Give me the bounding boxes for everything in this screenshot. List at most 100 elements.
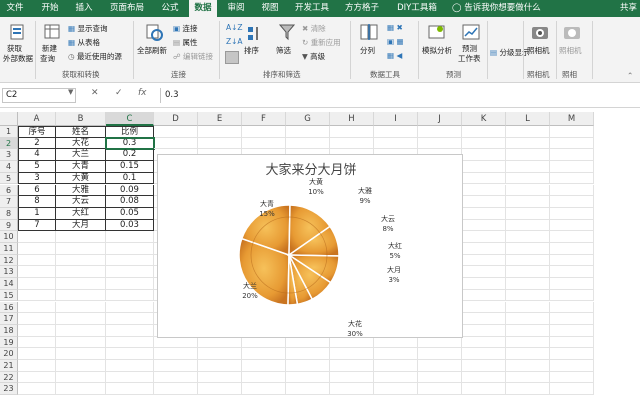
cell-l6[interactable] — [506, 184, 550, 197]
cell-l11[interactable] — [506, 243, 550, 255]
cell-a12[interactable] — [18, 254, 56, 267]
cell-l10[interactable] — [506, 231, 550, 243]
recent-sources-button[interactable]: ◷ 最近使用的源 — [68, 51, 122, 62]
cell-a20[interactable] — [18, 348, 56, 360]
column-header-d[interactable]: D — [154, 112, 198, 126]
row-header-6[interactable]: 6 — [0, 184, 18, 197]
cell-k8[interactable] — [462, 207, 506, 220]
cell-k21[interactable] — [462, 360, 506, 372]
cell-m15[interactable] — [550, 289, 594, 302]
column-header-m[interactable]: M — [550, 112, 594, 126]
column-header-c[interactable]: C — [106, 112, 154, 126]
cell-h2[interactable] — [330, 137, 374, 150]
cell-d2[interactable] — [154, 137, 198, 150]
cell-j20[interactable] — [418, 348, 462, 360]
cell-m21[interactable] — [550, 360, 594, 372]
cell-i23[interactable] — [374, 383, 418, 396]
name-box-dropdown-icon[interactable]: ▼ — [68, 88, 73, 96]
cell-c5[interactable]: 0.1 — [106, 172, 154, 185]
cell-b19[interactable] — [56, 336, 106, 349]
cell-m7[interactable] — [550, 196, 594, 208]
cell-a5[interactable]: 3 — [18, 172, 56, 185]
cell-m5[interactable] — [550, 172, 594, 185]
cell-a22[interactable] — [18, 371, 56, 384]
cell-b15[interactable] — [56, 289, 106, 302]
cell-g22[interactable] — [286, 371, 330, 384]
cell-a3[interactable]: 4 — [18, 149, 56, 162]
share-button[interactable]: 共享 — [620, 0, 637, 17]
cell-f23[interactable] — [242, 383, 286, 396]
row-header-16[interactable]: 16 — [0, 301, 18, 314]
cell-c23[interactable] — [106, 383, 154, 396]
cell-b18[interactable] — [56, 324, 106, 337]
cell-f21[interactable] — [242, 360, 286, 372]
cell-e20[interactable] — [198, 348, 242, 360]
tab-data[interactable]: 数据 — [189, 0, 217, 17]
cell-g2[interactable] — [286, 137, 330, 150]
cell-b16[interactable] — [56, 301, 106, 314]
cell-m19[interactable] — [550, 336, 594, 349]
cell-k17[interactable] — [462, 313, 506, 325]
cell-l23[interactable] — [506, 383, 550, 396]
tab-page-layout[interactable]: 页面布局 — [104, 0, 150, 17]
cell-a19[interactable] — [18, 336, 56, 349]
cell-a10[interactable] — [18, 231, 56, 243]
cell-m8[interactable] — [550, 207, 594, 220]
cell-h22[interactable] — [330, 371, 374, 384]
tell-me-box[interactable]: ◯ 告诉我你想要做什么 — [452, 0, 541, 17]
advanced-filter-button[interactable]: ▼ 高级 — [302, 51, 325, 62]
cell-c14[interactable] — [106, 278, 154, 290]
cell-b20[interactable] — [56, 348, 106, 360]
cell-c18[interactable] — [106, 324, 154, 337]
cell-k20[interactable] — [462, 348, 506, 360]
cell-c21[interactable] — [106, 360, 154, 372]
cell-m6[interactable] — [550, 184, 594, 197]
cell-a4[interactable]: 5 — [18, 161, 56, 173]
cell-b5[interactable]: 大黄 — [56, 172, 106, 185]
data-validation-icon[interactable]: ▣ ▦ — [387, 37, 404, 46]
cell-l13[interactable] — [506, 266, 550, 279]
cell-l8[interactable] — [506, 207, 550, 220]
cell-a1[interactable]: 序号 — [18, 126, 56, 138]
edit-links-button[interactable]: ☍ 编辑链接 — [173, 51, 213, 62]
cell-h1[interactable] — [330, 126, 374, 138]
cell-c12[interactable] — [106, 254, 154, 267]
cell-m14[interactable] — [550, 278, 594, 290]
cell-l9[interactable] — [506, 219, 550, 232]
cell-l19[interactable] — [506, 336, 550, 349]
cell-m17[interactable] — [550, 313, 594, 325]
reapply-button[interactable]: ↻ 重新应用 — [302, 37, 341, 48]
cell-j22[interactable] — [418, 371, 462, 384]
cell-a17[interactable] — [18, 313, 56, 325]
cell-i2[interactable] — [374, 137, 418, 150]
row-header-14[interactable]: 14 — [0, 278, 18, 290]
cell-g20[interactable] — [286, 348, 330, 360]
cell-c6[interactable]: 0.09 — [106, 184, 154, 197]
cell-c2[interactable]: 0.3 — [105, 136, 155, 151]
cell-c3[interactable]: 0.2 — [106, 149, 154, 162]
cell-a13[interactable] — [18, 266, 56, 279]
cell-b23[interactable] — [56, 383, 106, 396]
cell-k12[interactable] — [462, 254, 506, 267]
cell-d21[interactable] — [154, 360, 198, 372]
cell-a21[interactable] — [18, 360, 56, 372]
cell-a2[interactable]: 2 — [18, 137, 56, 150]
cell-f2[interactable] — [242, 137, 286, 150]
cell-a14[interactable] — [18, 278, 56, 290]
column-header-b[interactable]: B — [56, 112, 106, 126]
cell-k5[interactable] — [462, 172, 506, 185]
tab-view[interactable]: 视图 — [256, 0, 284, 17]
cell-b10[interactable] — [56, 231, 106, 243]
cell-l14[interactable] — [506, 278, 550, 290]
cell-k15[interactable] — [462, 289, 506, 302]
cell-l2[interactable] — [506, 137, 550, 150]
pie-chart[interactable]: 大家来分大月饼 大花 30% 大兰 20% 大青 15% 大黄 10% 大雅 9% 大云 8% 大红 5%… — [157, 154, 463, 338]
row-header-10[interactable]: 10 — [0, 231, 18, 243]
cell-l3[interactable] — [506, 149, 550, 162]
cell-c1[interactable]: 比例 — [106, 126, 154, 138]
row-header-19[interactable]: 19 — [0, 336, 18, 349]
cell-m12[interactable] — [550, 254, 594, 267]
properties-button[interactable]: ▤ 属性 — [173, 37, 197, 48]
cell-c16[interactable] — [106, 301, 154, 314]
cell-l21[interactable] — [506, 360, 550, 372]
